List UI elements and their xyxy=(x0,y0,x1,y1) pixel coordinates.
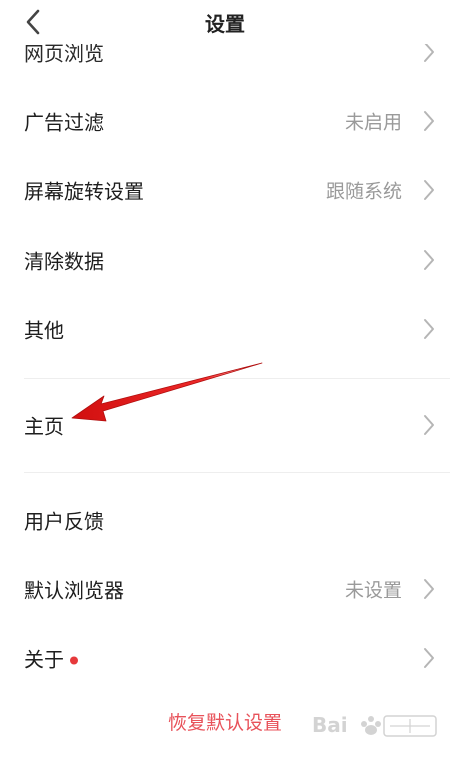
settings-row-homepage[interactable]: 主页 xyxy=(0,390,450,459)
section-divider xyxy=(24,472,450,473)
row-label: 屏幕旋转设置 xyxy=(24,179,144,203)
row-label: 主页 xyxy=(24,414,64,438)
chevron-right-icon xyxy=(424,110,434,131)
row-label: 关于 xyxy=(24,643,78,672)
row-label: 用户反馈 xyxy=(24,509,104,533)
settings-row-clear-data[interactable]: 清除数据 xyxy=(0,225,450,294)
settings-row-ad-filter[interactable]: 广告过滤 未启用 xyxy=(0,86,450,155)
chevron-right-icon xyxy=(424,179,434,200)
row-value: 未启用 xyxy=(344,111,402,133)
chevron-right-icon xyxy=(424,578,434,599)
row-value: 未设置 xyxy=(344,579,402,601)
chevron-right-icon xyxy=(424,249,434,270)
section-divider xyxy=(24,378,450,379)
row-label: 其他 xyxy=(24,318,64,342)
row-label: 清除数据 xyxy=(24,249,104,273)
about-label: 关于 xyxy=(24,647,64,671)
baidu-jingyan-watermark-icon: Bai xyxy=(312,713,437,737)
row-label: 默认浏览器 xyxy=(24,578,124,602)
svg-text:Bai: Bai xyxy=(312,713,348,737)
chevron-right-icon xyxy=(424,647,434,668)
settings-row-screen-rotation[interactable]: 屏幕旋转设置 跟随系统 xyxy=(0,155,450,224)
top-bar: 设置 xyxy=(0,0,450,44)
row-label: 广告过滤 xyxy=(24,110,104,134)
settings-row-about[interactable]: 关于 xyxy=(0,623,450,692)
chevron-right-icon xyxy=(424,318,434,339)
row-value: 跟随系统 xyxy=(325,180,402,202)
settings-row-other[interactable]: 其他 xyxy=(0,294,450,363)
chevron-right-icon xyxy=(424,414,434,435)
notification-dot xyxy=(70,656,78,665)
settings-row-feedback[interactable]: 用户反馈 xyxy=(0,485,450,554)
page-title: 设置 xyxy=(205,12,245,36)
settings-row-default-browser[interactable]: 默认浏览器 未设置 xyxy=(0,554,450,623)
